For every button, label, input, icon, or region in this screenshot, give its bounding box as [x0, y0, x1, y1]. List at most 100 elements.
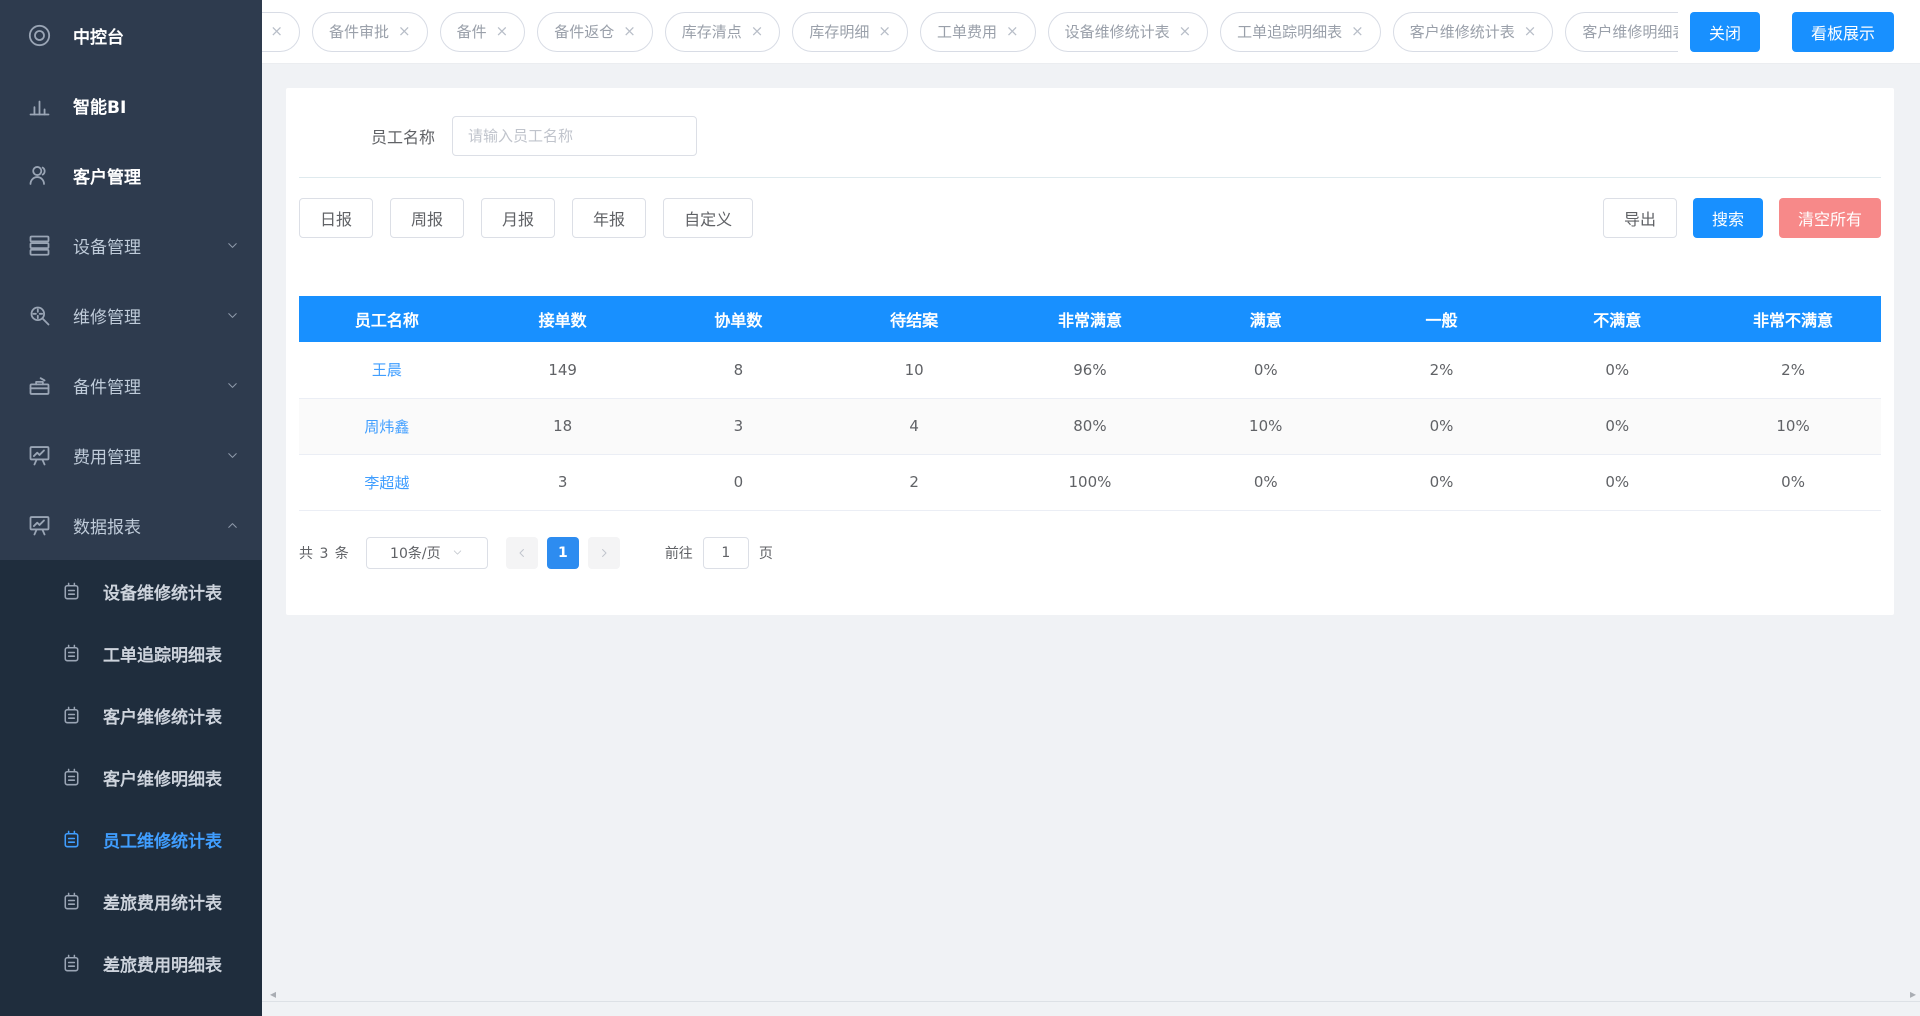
- close-icon[interactable]: ×: [751, 24, 764, 39]
- sidebar: 中控台智能BI 客户管理设备管理维修管理备件管理费用管理数据报表 设备维修统计表工…: [0, 0, 262, 1016]
- tab[interactable]: 工单追踪明细表×: [1220, 12, 1381, 52]
- sidebar-submenu-item[interactable]: 客户维修明细表: [0, 746, 262, 808]
- tab[interactable]: 客户维修统计表 ×: [1393, 12, 1554, 52]
- tab-label: 客户维修统计表: [1410, 21, 1515, 42]
- close-icon[interactable]: ×: [1524, 24, 1537, 39]
- period-button[interactable]: 月报: [481, 198, 555, 238]
- column-header: 非常不满意: [1705, 296, 1881, 342]
- prev-page-button[interactable]: [506, 537, 538, 569]
- goto-page-input[interactable]: [703, 537, 749, 569]
- tab[interactable]: ×: [262, 12, 300, 52]
- sidebar-submenu-item[interactable]: 差旅费用明细表: [0, 932, 262, 994]
- employee-name-link[interactable]: 王晨: [372, 361, 402, 379]
- table-cell: 0%: [1529, 398, 1705, 454]
- table-cell: 10%: [1178, 398, 1354, 454]
- table-cell: 149: [475, 342, 651, 398]
- tab[interactable]: 库存清点×: [665, 12, 781, 52]
- page-size-select[interactable]: 10条/页: [366, 537, 488, 569]
- goto-page-group: 前往 页: [665, 537, 773, 569]
- sidebar-item[interactable]: 数据报表: [0, 490, 262, 560]
- sidebar-item[interactable]: 费用管理: [0, 420, 262, 490]
- sidebar-item[interactable]: 维修管理: [0, 280, 262, 350]
- employee-name-input[interactable]: [452, 116, 697, 156]
- table-cell: 0%: [1529, 342, 1705, 398]
- sidebar-submenu-item[interactable]: 设备维修统计表: [0, 560, 262, 622]
- sidebar-menu: 中控台智能BI 客户管理设备管理维修管理备件管理费用管理数据报表: [0, 0, 262, 560]
- scroll-left-arrow-icon[interactable]: ◂: [270, 987, 276, 1001]
- magnifier-gear-icon: [26, 302, 53, 329]
- scroll-right-arrow-icon[interactable]: ▸: [1910, 987, 1916, 1001]
- column-header: 一般: [1354, 296, 1530, 342]
- table-cell: 10: [826, 342, 1002, 398]
- table-row: 周炜鑫183480%10%0%0%10%: [299, 398, 1881, 454]
- table-header-row: 员工名称接单数协单数待结案非常满意满意一般不满意非常不满意: [299, 296, 1881, 342]
- table-cell: 8: [651, 342, 827, 398]
- tab-label: 客户维修明细表: [1582, 21, 1678, 42]
- column-header: 协单数: [651, 296, 827, 342]
- tab[interactable]: 客户维修明细表×: [1565, 12, 1678, 52]
- sidebar-item[interactable]: 客户管理: [0, 140, 262, 210]
- sidebar-item[interactable]: 中控台: [0, 0, 262, 70]
- employee-name-link[interactable]: 李超越: [364, 474, 409, 492]
- tab[interactable]: 设备维修统计表×: [1048, 12, 1209, 52]
- filter-form: 员工名称: [286, 116, 1894, 156]
- sidebar-item-label: 中控台: [73, 23, 124, 48]
- console-icon: [26, 22, 53, 49]
- sidebar-item-label: 客户管理: [73, 163, 141, 188]
- close-icon[interactable]: ×: [878, 24, 891, 39]
- goto-label: 前往: [665, 543, 693, 563]
- employee-name-link[interactable]: 周炜鑫: [364, 418, 409, 436]
- close-icon[interactable]: ×: [398, 24, 411, 39]
- period-button[interactable]: 年报: [572, 198, 646, 238]
- app-window: 中控台智能BI客户管理设备管理维修管理备件管理费用管理数据报表 设备维修统计表工…: [0, 0, 1920, 1016]
- table-cell: 3: [475, 454, 651, 510]
- period-button[interactable]: 周报: [390, 198, 464, 238]
- table-cell: 0: [651, 454, 827, 510]
- server-icon: [26, 232, 53, 259]
- sidebar-item[interactable]: 备件管理: [0, 350, 262, 420]
- toolbox-icon: [26, 372, 53, 399]
- sidebar-submenu: 设备维修统计表工单追踪明细表客户维修统计表客户维修明细表员工维修统计表差旅费用统…: [0, 560, 262, 1016]
- close-icon[interactable]: ×: [1006, 24, 1019, 39]
- toolbar: 日报周报月报年报自定义 导出 搜索 清空所有: [299, 198, 1881, 238]
- next-page-button[interactable]: [588, 537, 620, 569]
- tab-strip: ×备件审批×备件×备件返仓×库存清点×库存明细×工单费用×设备维修统计表×工单追…: [262, 12, 1678, 52]
- export-button[interactable]: 导出: [1603, 198, 1677, 238]
- tab[interactable]: 工单费用×: [920, 12, 1036, 52]
- close-icon[interactable]: ×: [1179, 24, 1192, 39]
- tab[interactable]: 库存明细×: [792, 12, 908, 52]
- close-icon[interactable]: ×: [270, 24, 283, 39]
- close-tabs-button[interactable]: 关闭: [1690, 12, 1760, 52]
- sidebar-submenu-item[interactable]: 差旅费用统计表: [0, 870, 262, 932]
- column-header: 待结案: [826, 296, 1002, 342]
- tab[interactable]: 备件返仓×: [537, 12, 653, 52]
- chevron-down-icon: [225, 378, 240, 393]
- clear-all-button[interactable]: 清空所有: [1779, 198, 1881, 238]
- sidebar-item[interactable]: 设备管理: [0, 210, 262, 280]
- tab[interactable]: 备件×: [440, 12, 526, 52]
- table-cell: 0%: [1354, 454, 1530, 510]
- page-number-button[interactable]: 1: [547, 537, 579, 569]
- notebook-icon: [60, 766, 83, 789]
- close-icon[interactable]: ×: [496, 24, 509, 39]
- submenu-item-label: 客户维修明细表: [103, 765, 222, 790]
- sidebar-submenu-item[interactable]: 客户维修统计表: [0, 684, 262, 746]
- period-button[interactable]: 自定义: [663, 198, 753, 238]
- table-row: 李超越302100%0%0%0%0%: [299, 454, 1881, 510]
- sidebar-item-label: 维修管理: [73, 303, 141, 328]
- search-button[interactable]: 搜索: [1693, 198, 1763, 238]
- close-icon[interactable]: ×: [623, 24, 636, 39]
- sidebar-item[interactable]: 智能BI: [0, 70, 262, 140]
- main-area: ×备件审批×备件×备件返仓×库存清点×库存明细×工单费用×设备维修统计表×工单追…: [262, 0, 1920, 1016]
- table-cell: 96%: [1002, 342, 1178, 398]
- tab[interactable]: 备件审批×: [312, 12, 428, 52]
- board-display-button[interactable]: 看板展示: [1792, 12, 1894, 52]
- sidebar-submenu-item[interactable]: 员工维修统计表: [0, 808, 262, 870]
- tab-bar: ×备件审批×备件×备件返仓×库存清点×库存明细×工单费用×设备维修统计表×工单追…: [262, 0, 1920, 64]
- pagination: 共 3 条 10条/页 1: [299, 537, 1881, 569]
- sidebar-submenu-item[interactable]: 工单追踪明细表: [0, 622, 262, 684]
- period-button[interactable]: 日报: [299, 198, 373, 238]
- sidebar-item-label: 设备管理: [73, 233, 141, 258]
- close-icon[interactable]: ×: [1351, 24, 1364, 39]
- table-cell: 2: [826, 454, 1002, 510]
